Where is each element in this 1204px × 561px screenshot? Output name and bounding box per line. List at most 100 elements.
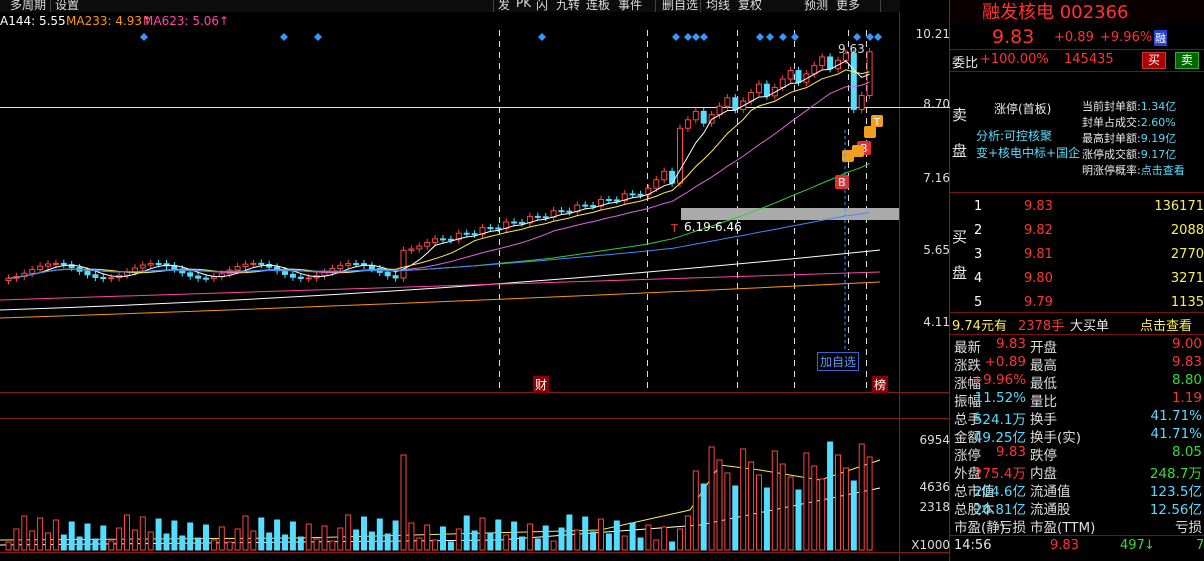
- ma144-label: A144: 5.55: [0, 14, 66, 28]
- candle: [542, 216, 549, 219]
- level: 5: [974, 295, 983, 310]
- order-book-row[interactable]: 4 9.80 3271: [970, 268, 1204, 292]
- volume-bar: [392, 520, 399, 551]
- tick-price: 9.83: [1050, 538, 1079, 553]
- quote-key: 量比: [1030, 394, 1057, 410]
- sell-button[interactable]: 卖: [1175, 52, 1200, 69]
- volume-bar: [266, 532, 273, 551]
- candle: [45, 263, 51, 267]
- add-watch-button[interactable]: 加自选: [817, 352, 860, 371]
- candle: [756, 83, 762, 94]
- event-diamond-icon: [756, 33, 764, 41]
- candle: [392, 275, 399, 279]
- probability-link[interactable]: 点击查看: [1141, 164, 1185, 177]
- limit-tags: 变+核电中标+国企: [976, 146, 1081, 160]
- big-order-link[interactable]: 点击查看: [1140, 315, 1192, 334]
- buy-button[interactable]: 买: [1142, 52, 1167, 69]
- volume-bar: [305, 523, 312, 551]
- candle: [653, 179, 660, 189]
- candle: [242, 263, 249, 268]
- bid-volume: 1135: [1170, 295, 1204, 310]
- volume-bar: [139, 516, 146, 551]
- kline-chart[interactable]: B B T T: [0, 0, 950, 561]
- quote-key: 换手: [1030, 412, 1057, 428]
- ranking-tag[interactable]: 榜: [872, 376, 889, 393]
- volume-bar: [171, 520, 178, 551]
- quote-value: 亏损: [999, 520, 1026, 536]
- order-book-row[interactable]: 2 9.82 2088: [970, 220, 1204, 244]
- candle: [511, 221, 518, 224]
- volume-bar: [455, 528, 462, 551]
- volume-bar: [108, 540, 115, 551]
- candle: [629, 193, 636, 196]
- volume-bar: [45, 532, 51, 551]
- candle: [590, 205, 597, 208]
- candle: [440, 238, 446, 241]
- volume-bar: [147, 531, 154, 551]
- volume-bar: [384, 533, 391, 551]
- quote-row: 涨幅 +9.96% 最低 8.80: [950, 372, 1204, 392]
- candle: [724, 97, 731, 107]
- buy-side-label: 买: [952, 228, 968, 246]
- quote-value: 12.56亿: [1149, 502, 1202, 518]
- sell-side-label: 盘: [952, 142, 968, 160]
- quote-row: 总市值 204.6亿 流通值 123.5亿: [950, 480, 1204, 500]
- candle: [108, 277, 115, 280]
- candle: [661, 170, 668, 181]
- svg-text:T: T: [670, 222, 678, 235]
- volume-bar: [432, 539, 439, 551]
- bid-volume: 2088: [1170, 223, 1204, 238]
- stat-key: 封单占成交:: [1082, 116, 1141, 129]
- volume-bar: [282, 534, 288, 551]
- event-diamond-icon: [672, 33, 680, 41]
- volume-bar: [519, 536, 525, 551]
- volume-bar: [771, 450, 778, 551]
- bid-volume: 136171: [1154, 199, 1204, 214]
- candle: [763, 83, 770, 97]
- quote-value: 9.00: [1171, 336, 1202, 352]
- volume-bar: [495, 519, 502, 551]
- candle: [558, 210, 565, 213]
- volume-bar: [60, 534, 67, 551]
- price-tick: 8.70: [923, 97, 950, 111]
- event-diamond-icon: [791, 33, 799, 41]
- candle: [416, 245, 423, 250]
- bid-volume: 3271: [1170, 271, 1204, 286]
- volume-bar: [661, 526, 668, 551]
- event-diamond-icon: [779, 33, 787, 41]
- volume-bar: [368, 531, 375, 551]
- candle: [684, 119, 691, 129]
- quote-row: 最新 9.83 开盘 9.00: [950, 336, 1204, 356]
- volume-bar: [732, 485, 739, 551]
- level: 2: [974, 223, 983, 238]
- volume-bar: [226, 541, 233, 551]
- price-change: +0.89: [1054, 30, 1094, 45]
- quote-key: 最高: [1030, 358, 1057, 374]
- price-tick: 7.16: [923, 171, 950, 185]
- candle: [677, 127, 683, 184]
- stock-name-code: 融发核电 002366: [982, 2, 1129, 23]
- volume-tick: 6954: [919, 433, 950, 447]
- event-diamond-icon: [866, 33, 874, 41]
- volume-bar: [700, 483, 707, 551]
- order-book-row[interactable]: 1 9.83 136171: [970, 196, 1204, 220]
- volume-bar: [669, 541, 676, 551]
- financial-report-tag[interactable]: 财: [533, 376, 550, 393]
- volume-bar: [408, 522, 415, 551]
- candle: [795, 70, 802, 83]
- volume-bar: [100, 525, 107, 551]
- volume-bar: [779, 463, 786, 551]
- order-book-row[interactable]: 3 9.81 2770: [970, 244, 1204, 268]
- event-diamond-icon: [280, 33, 288, 41]
- quote-value: 9.83: [995, 444, 1026, 460]
- quote-table: 最新 9.83 开盘 9.00 涨跌 +0.89 最高 9.83 涨幅 +9.96% 最低 8.80 振…: [950, 336, 1204, 536]
- big-order-volume: 2378手: [1018, 319, 1065, 334]
- limit-analysis[interactable]: 分析:可控核聚: [976, 127, 1052, 144]
- volume-bar: [155, 518, 162, 551]
- volume-bar: [740, 448, 747, 551]
- volume-bar: [471, 530, 478, 551]
- volume-bar: [582, 516, 589, 551]
- big-order-price: 9.74元有: [952, 319, 1007, 334]
- volume-bar: [795, 489, 802, 551]
- stat-value: 9.17亿: [1140, 148, 1177, 161]
